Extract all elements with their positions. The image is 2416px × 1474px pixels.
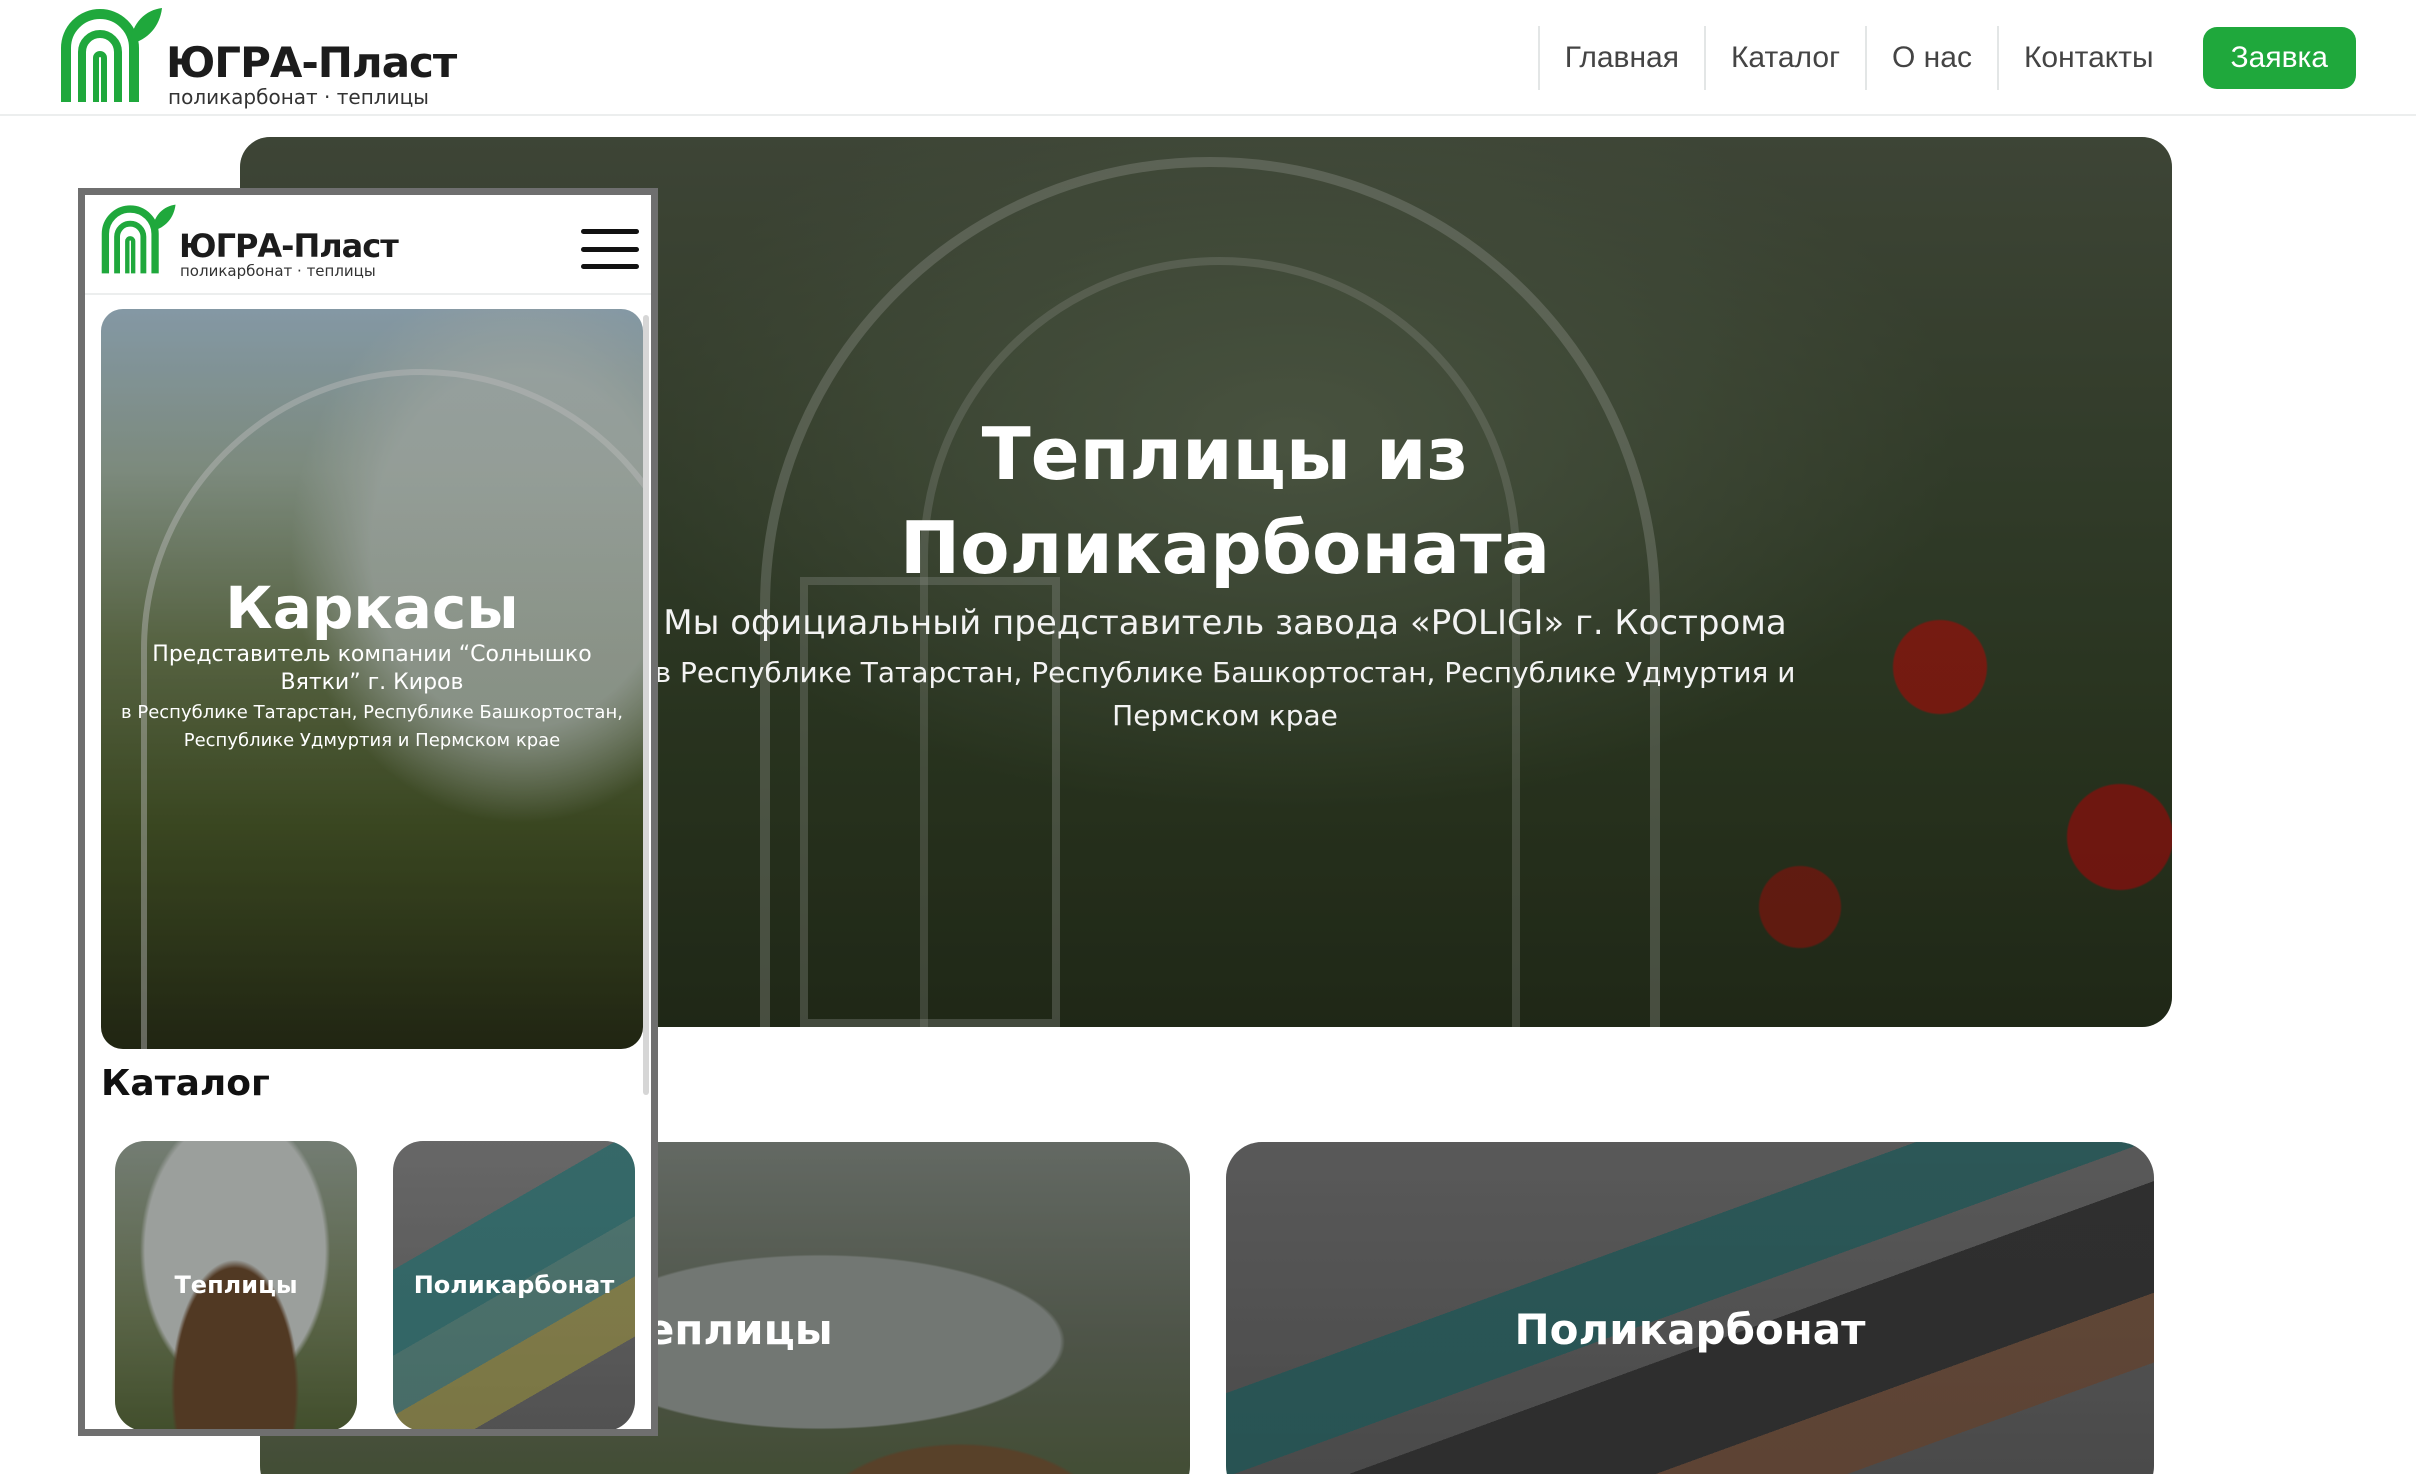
catalog-card-label: Поликарбонат [1514,1305,1866,1354]
catalog-card-polycarbonate[interactable]: Поликарбонат [1226,1142,2154,1474]
hero-content: Теплицы из Поликарбоната Мы официальный … [620,407,1830,737]
mobile-hero-content: Каркасы Представитель компании “Солнышко… [121,575,623,755]
request-button[interactable]: Заявка [2202,27,2356,89]
logo-name: ЮГРА-Пласт [179,227,399,265]
mobile-catalog-card-greenhouses[interactable]: Теплицы [115,1141,357,1429]
hero-regions: в Республике Татарстан, Республике Башко… [654,656,1796,732]
mobile-scrollbar[interactable] [643,315,649,1095]
mobile-header: ЮГРА-Пласт поликарбонат · теплицы [85,195,651,295]
nav-item-contacts[interactable]: Контакты [1996,26,2179,90]
mobile-hero-banner: Каркасы Представитель компании “Солнышко… [101,309,643,1049]
mobile-catalog-card-label: Поликарбонат [413,1271,615,1299]
logo[interactable]: ЮГРА-Пласт поликарбонат · теплицы [60,4,457,109]
mobile-catalog-card-label: Теплицы [174,1271,298,1299]
hero-subtitle: Мы официальный представитель завода «POL… [663,603,1787,643]
nav-item-home[interactable]: Главная [1537,26,1704,90]
logo-tagline: поликарбонат · теплицы [180,262,376,280]
mobile-hero-title: Каркасы [225,574,519,642]
hamburger-icon[interactable] [581,229,639,269]
nav-item-about[interactable]: О нас [1865,26,1997,90]
mobile-catalog-title: Каталог [101,1063,270,1104]
logo-tagline: поликарбонат · теплицы [168,85,429,109]
hero-title: Теплицы из Поликарбоната [899,412,1551,590]
mobile-catalog-card-polycarbonate[interactable]: Поликарбонат [393,1141,635,1429]
mobile-preview: ЮГРА-Пласт поликарбонат · теплицы Каркас… [78,188,658,1436]
logo-name: ЮГРА-Пласт [166,38,457,87]
nav-item-catalog[interactable]: Каталог [1703,26,1865,90]
site-header: ЮГРА-Пласт поликарбонат · теплицы Главна… [0,0,2416,116]
main-nav: Главная Каталог О нас Контакты Заявка [1537,26,2356,90]
logo-icon [101,201,177,277]
mobile-hero-regions: в Республике Татарстан, Республике Башко… [121,702,623,751]
mobile-hero-subtitle: Представитель компании “Солнышко Вятки” … [152,642,592,695]
mobile-logo[interactable]: ЮГРА-Пласт поликарбонат · теплицы [101,201,399,280]
logo-icon [60,4,164,106]
